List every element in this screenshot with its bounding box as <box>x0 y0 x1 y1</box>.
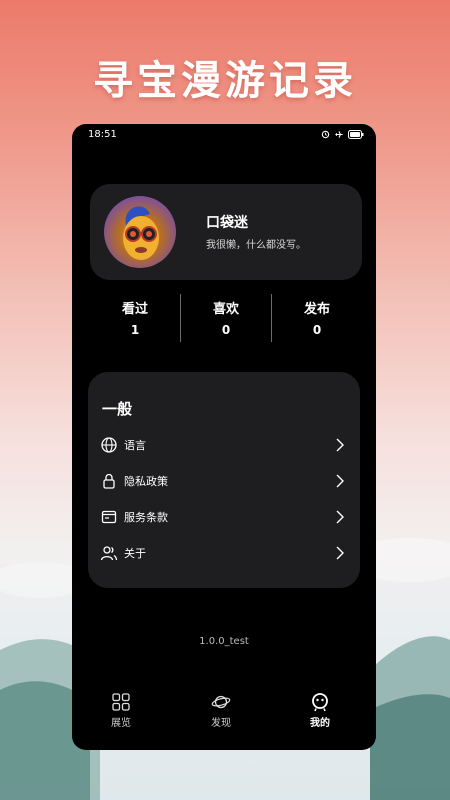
promo-headline: 寻宝漫游记录 <box>93 58 357 104</box>
promo-poster: 寻宝漫游记录 18:51 口袋迷 我很懒，什么都没写。 看过 1 喜欢 0 发布… <box>0 0 450 800</box>
stat-label: 喜欢 <box>212 302 239 317</box>
tab-label: 展览 <box>111 718 131 729</box>
stat-label: 看过 <box>121 302 148 317</box>
battery-icon <box>348 130 364 139</box>
chevron-right-icon <box>336 510 344 524</box>
alarm-icon <box>321 130 330 139</box>
users-icon <box>100 546 118 561</box>
tab-exhibition[interactable]: 展览 <box>91 692 151 729</box>
profile-name: 口袋迷 <box>206 215 248 231</box>
menu-label: 语言 <box>124 439 146 452</box>
bottom-tab-bar: 展览 发现 我的 <box>72 692 376 736</box>
avatar[interactable] <box>104 196 176 268</box>
general-settings-card: 一般 语言 隐私政策 服务条款 关于 <box>88 372 360 588</box>
planet-icon <box>211 695 231 709</box>
status-icons <box>321 130 364 139</box>
menu-item-about[interactable]: 关于 <box>88 538 360 568</box>
menu-item-privacy-policy[interactable]: 隐私政策 <box>88 466 360 496</box>
stat-value: 0 <box>221 323 231 337</box>
menu-label: 隐私政策 <box>124 475 168 488</box>
phone-screen: 18:51 口袋迷 我很懒，什么都没写。 看过 1 喜欢 0 发布 0 一般 语… <box>72 124 376 750</box>
tab-label: 我的 <box>310 718 330 729</box>
menu-label: 服务条款 <box>124 511 168 524</box>
lock-icon <box>103 473 115 489</box>
stat-value: 1 <box>130 323 140 337</box>
chevron-right-icon <box>336 546 344 560</box>
face-icon <box>312 693 328 712</box>
menu-item-terms-of-service[interactable]: 服务条款 <box>88 502 360 532</box>
stat-label: 发布 <box>303 302 330 317</box>
tab-mine[interactable]: 我的 <box>290 692 350 729</box>
menu-item-language[interactable]: 语言 <box>88 430 360 460</box>
tab-label: 发现 <box>211 718 231 729</box>
app-version: 1.0.0_test <box>199 636 249 647</box>
stat-published[interactable]: 发布 0 <box>272 294 362 337</box>
status-bar: 18:51 <box>72 124 376 146</box>
stat-liked[interactable]: 喜欢 0 <box>181 294 271 337</box>
avatar-character-image <box>123 206 159 260</box>
chevron-right-icon <box>336 474 344 488</box>
profile-bio: 我很懒，什么都没写。 <box>206 240 306 251</box>
document-icon <box>101 510 117 524</box>
stats-row: 看过 1 喜欢 0 发布 0 <box>90 294 362 342</box>
section-title: 一般 <box>102 400 133 418</box>
menu-label: 关于 <box>124 547 146 560</box>
tab-discover[interactable]: 发现 <box>191 692 251 729</box>
chevron-right-icon <box>336 438 344 452</box>
profile-card[interactable]: 口袋迷 我很懒，什么都没写。 <box>90 184 362 280</box>
stat-viewed[interactable]: 看过 1 <box>90 294 180 337</box>
status-time: 18:51 <box>88 129 117 140</box>
airplane-icon <box>335 131 343 138</box>
grid-icon <box>112 693 130 711</box>
globe-icon <box>101 437 117 453</box>
stat-value: 0 <box>312 323 322 337</box>
